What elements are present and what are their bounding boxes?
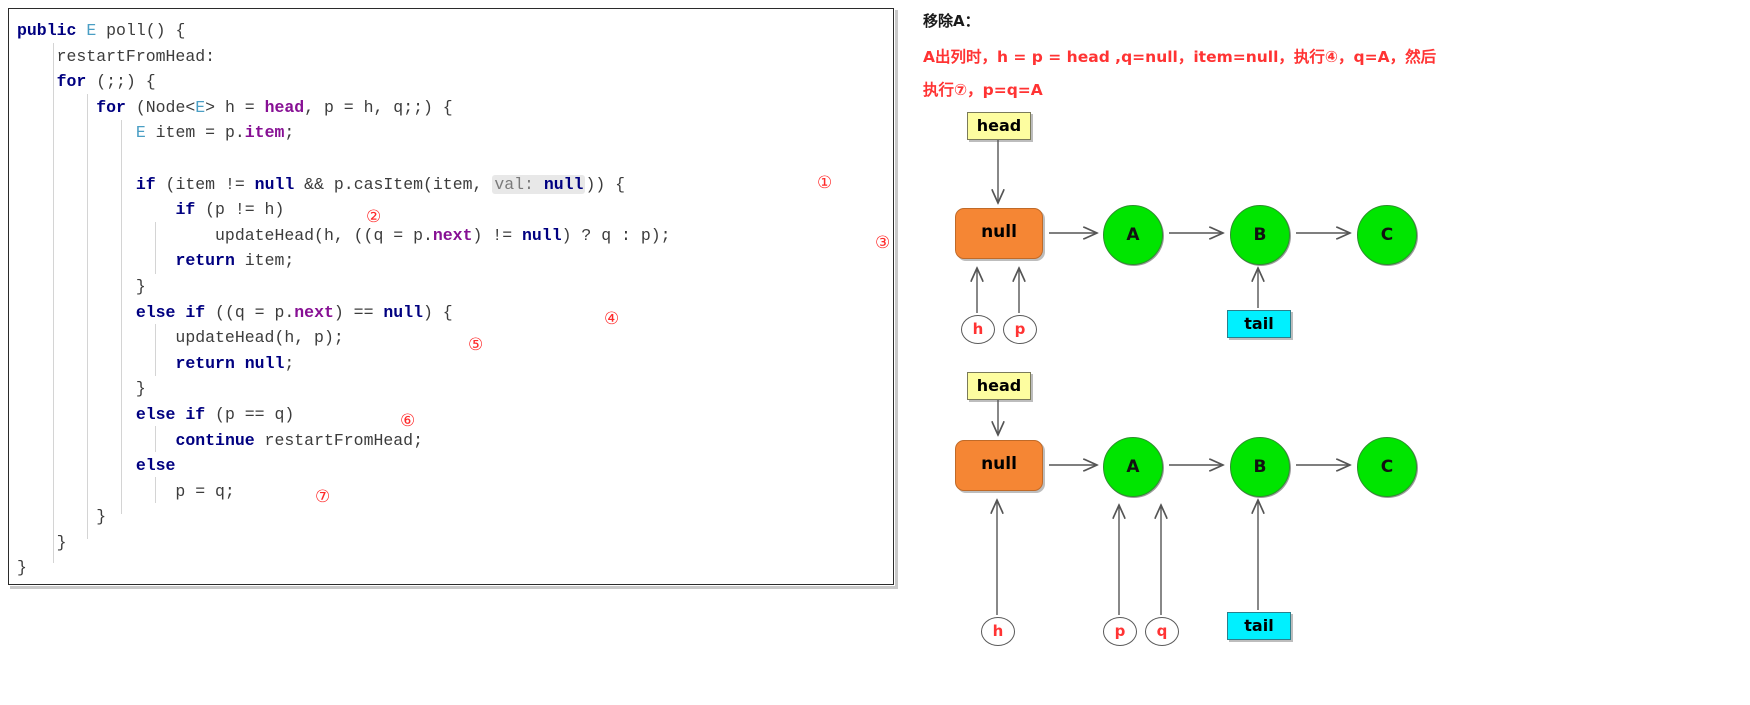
stage2-node-null: null (955, 440, 1043, 491)
code-marker-1: ① (817, 173, 833, 193)
stage2-node-b: B (1230, 437, 1290, 497)
notes-title: 移除A： (923, 12, 980, 30)
notes-line-2: 执行⑦，p=q=A (923, 81, 1043, 99)
stage2-pointer-h: h (981, 617, 1015, 646)
notes-line-1: A出列时，h = p = head ,q=null，item=null，执行④，… (923, 48, 1437, 66)
code-marker-7: ⑦ (315, 487, 331, 507)
stage2-node-c: C (1357, 437, 1417, 497)
code-panel-shadow-right (895, 10, 898, 589)
code-marker-5: ⑤ (468, 335, 484, 355)
stage1-head-box: head (967, 112, 1031, 140)
stage1-node-a: A (1103, 205, 1163, 265)
code-marker-2: ② (366, 207, 382, 227)
stage1-node-c: C (1357, 205, 1417, 265)
code-marker-3: ③ (875, 233, 891, 253)
stage1-node-b: B (1230, 205, 1290, 265)
stage2-tail-box: tail (1227, 612, 1291, 640)
stage2-pointer-p: p (1103, 617, 1137, 646)
code-panel: public E poll() { restartFromHead: for (… (8, 8, 894, 585)
code-panel-shadow-bottom (10, 586, 896, 589)
stage2-node-a: A (1103, 437, 1163, 497)
code-marker-6: ⑥ (400, 411, 416, 431)
source-code: public E poll() { restartFromHead: for (… (17, 21, 671, 578)
stage1-pointer-h: h (961, 315, 995, 344)
diagram-panel: 移除A： A出列时，h = p = head ,q=null，item=null… (905, 0, 1750, 705)
stage1-node-null: null (955, 208, 1043, 259)
stage2-head-box: head (967, 372, 1031, 400)
stage2-pointer-q: q (1145, 617, 1179, 646)
stage1-tail-box: tail (1227, 310, 1291, 338)
stage1-pointer-p: p (1003, 315, 1037, 344)
diagram-arrows (905, 140, 1750, 615)
code-marker-4: ④ (604, 309, 620, 329)
